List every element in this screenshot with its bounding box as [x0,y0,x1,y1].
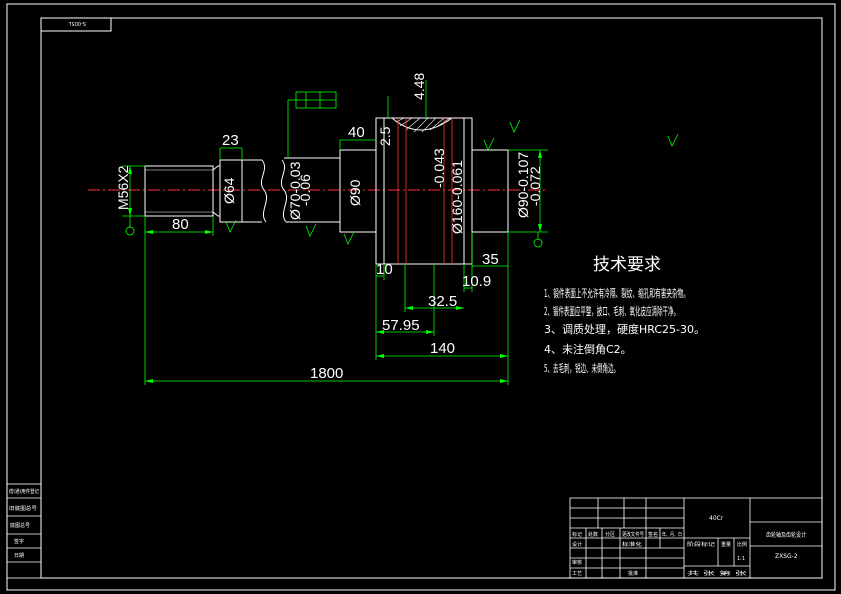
drawing-no: ZXSG-2 [775,553,798,560]
scale-value: 1:1 [737,556,745,562]
approve2: 批准 [628,570,638,577]
dim-23: 23 [222,132,239,149]
row-label-2: 处数 [588,531,598,538]
tech-item-1: 1、锻件表面上不允许有冷隔、裂纹、缩孔和有害夹杂物。 [544,286,689,300]
scale: 比例 [737,541,747,548]
strip-label-2: 旧底图总号 [9,505,37,512]
tech-item-2: 2、锻件表面应平整，披口、毛刺、氧化皮应清除干净。 [544,304,679,318]
tech-item-4: 4、未注倒角C2。 [544,342,632,356]
tech-title: 技术要求 [593,255,661,275]
dim-m56: M56X2 [115,165,131,210]
strip-label-5: 日期 [14,553,24,559]
row-label-4: 更改文件号 [622,531,644,538]
engineering-drawing: S-005L 4.48 23 40 2.5 M56X2 Ø64 Ø70-0.03… [6,3,836,591]
dim-d160: Ø160-0.061 [449,160,465,234]
drawing-code-top: S-005L [68,20,86,26]
sheet: 共 张 第 张 [687,570,747,577]
dim-4-48: 4.48 [411,73,427,100]
dim-57-95: 57.95 [382,317,420,334]
approver: 工艺 [572,571,582,577]
strip-label-1: 借(通)用件登记 [9,488,39,495]
dim-80: 80 [172,216,189,233]
dim-d70-lower: -0.06 [297,174,313,206]
dim-d90-left: Ø90 [347,179,363,206]
dim-d64: Ø64 [221,177,237,204]
dim-40: 40 [348,124,365,141]
strip-label-3: 底图总号 [10,522,30,529]
standard: 标准化 [622,541,642,548]
dim-043: -0.043 [431,148,447,188]
dim-140: 140 [430,340,455,357]
arrowheads [128,150,542,383]
dim-10: 10 [376,261,393,278]
strip-label-4: 签字 [14,538,24,545]
tech-item-5: 5、去毛刺，锐边、未倒角边。 [544,361,619,375]
row-label-6: 年、月、日 [662,531,682,538]
stage: 阶段标记 [687,541,715,548]
left-strip-table [6,483,42,579]
dim-1800: 1800 [310,365,343,382]
weight: 重量 [721,541,731,548]
gear-teeth [391,117,453,264]
dim-2-5: 2.5 [377,126,393,146]
designer: 设计 [572,541,582,548]
dim-10-9: 10.9 [462,273,491,290]
row-label-5: 签名 [648,531,658,538]
dim-35: 35 [482,251,499,268]
dim-d90-right-lower: -0.072 [527,166,543,206]
material: 40Cr [709,515,724,522]
checker: 审核 [572,559,582,566]
tech-item-3: 3、调质处理，硬度HRC25-30。 [544,322,705,336]
dim-32-5: 32.5 [428,293,457,310]
row-label-1: 标记 [572,531,582,538]
row-label-3: 分区 [605,531,615,538]
part-name: 齿轮轴及齿轮设计 [766,531,806,539]
